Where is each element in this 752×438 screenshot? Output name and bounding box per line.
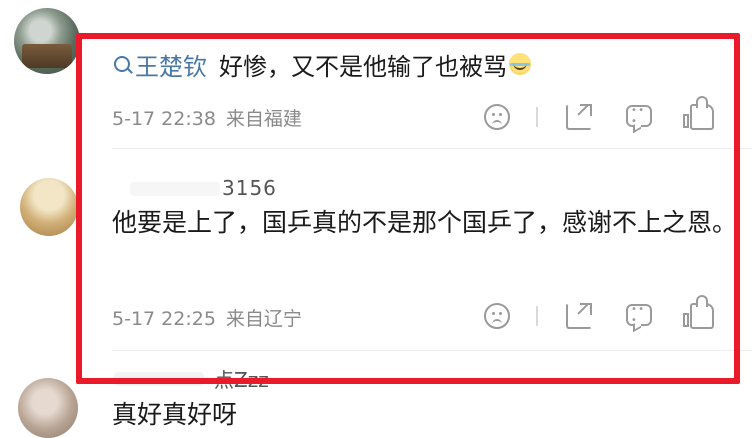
avatar[interactable] xyxy=(20,178,78,236)
avatar[interactable] xyxy=(18,378,78,438)
avatar[interactable] xyxy=(14,8,80,74)
comment-text: 真好真好呀 xyxy=(112,400,238,429)
highlight-box xyxy=(76,33,740,384)
